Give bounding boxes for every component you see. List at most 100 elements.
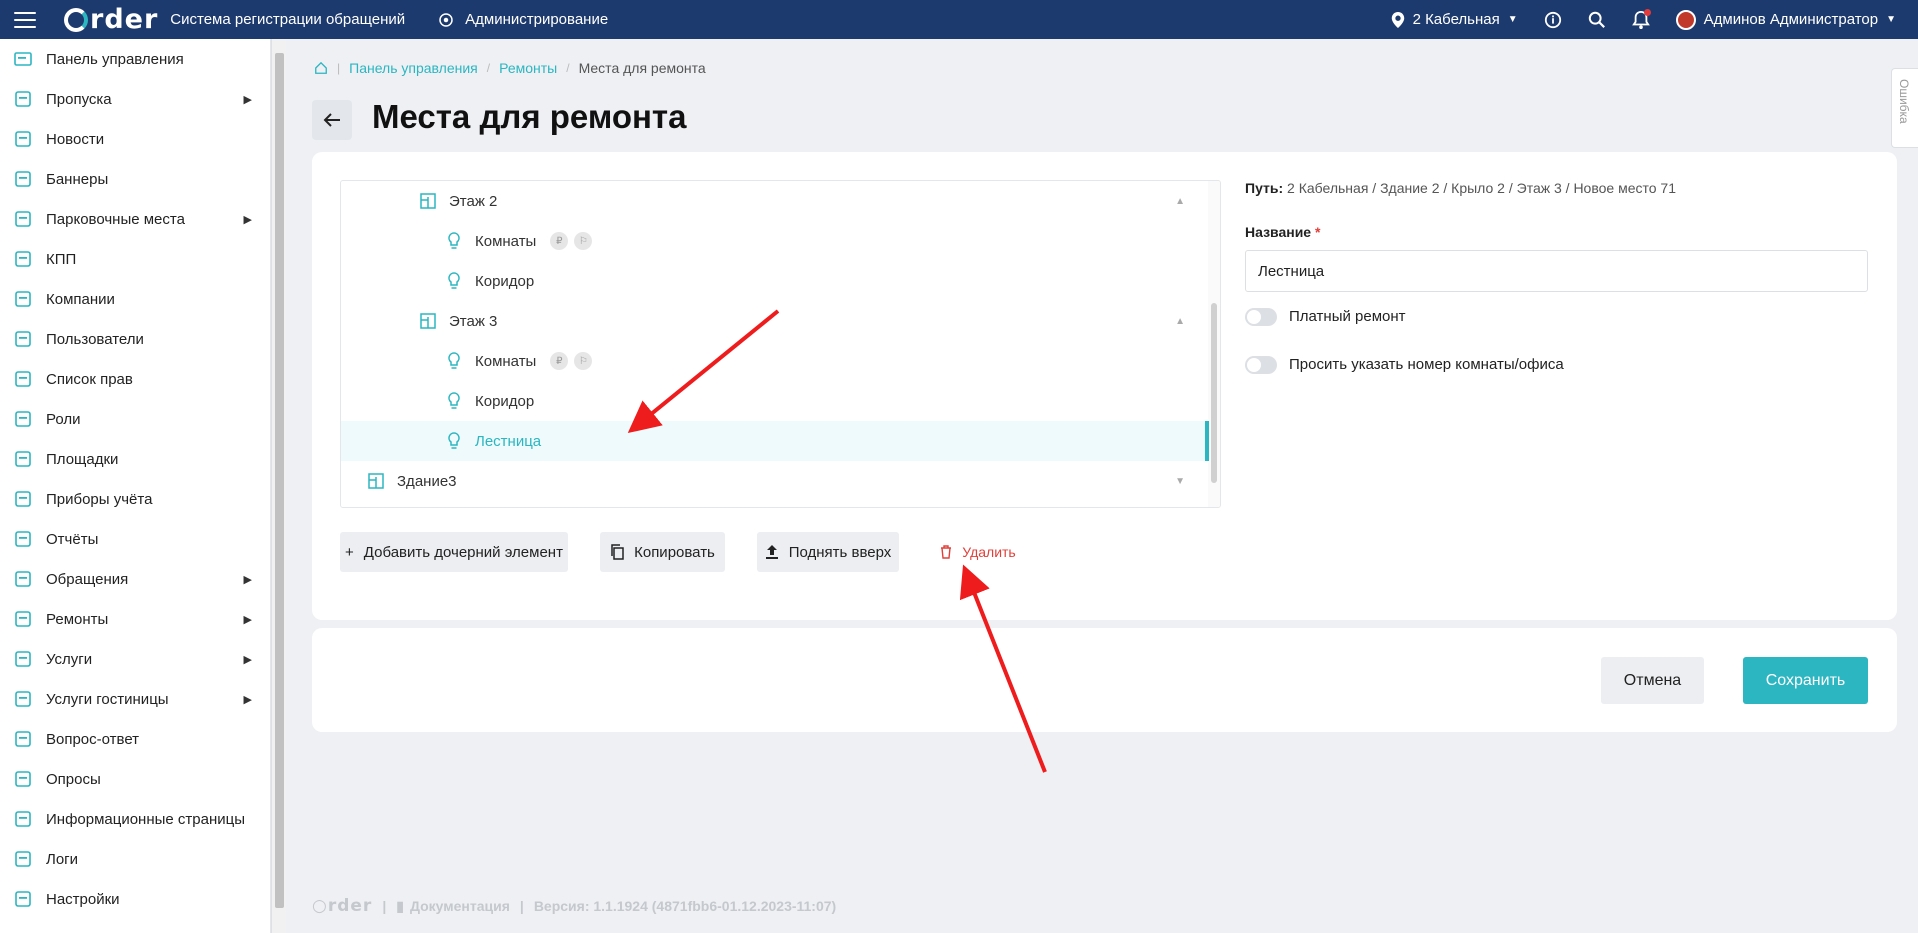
sidebar-item-label: Панель управления — [46, 50, 184, 68]
tree-scrollbar[interactable] — [1208, 181, 1220, 507]
notifications-button[interactable] — [1631, 8, 1651, 30]
sidebar-item-label: Отчёты — [46, 530, 99, 548]
add-child-label: Добавить дочерний элемент — [363, 543, 563, 561]
sidebar-item-17[interactable]: Вопрос-ответ — [0, 719, 270, 759]
sidebar-item-label: КПП — [46, 250, 77, 268]
feedback-label: Ошибка — [1897, 79, 1911, 124]
chevron-up-icon[interactable]: ▲ — [1175, 316, 1185, 327]
tree-row[interactable]: Комнаты ₽ ⚐ — [341, 341, 1209, 381]
breadcrumb-dashboard[interactable]: Панель управления — [349, 60, 478, 76]
report-icon — [12, 530, 34, 548]
log-icon — [12, 850, 34, 868]
wrench-icon — [12, 610, 34, 628]
cancel-button[interactable]: Отмена — [1601, 657, 1704, 704]
sidebar-item-4[interactable]: Парковочные места ▶ — [0, 199, 270, 239]
save-button[interactable]: Сохранить — [1743, 657, 1868, 704]
path-value: 2 Кабельная / Здание 2 / Крыло 2 / Этаж … — [1287, 180, 1676, 196]
sidebar-item-1[interactable]: Пропуска ▶ — [0, 79, 270, 119]
sidebar-item-6[interactable]: Компании — [0, 279, 270, 319]
search-button[interactable] — [1588, 11, 1606, 29]
sidebar-item-9[interactable]: Роли — [0, 399, 270, 439]
footer: ○rder | ▮ Документация | Версия: 1.1.192… — [312, 896, 837, 916]
tree-row-label: Коридор — [475, 392, 535, 410]
sidebar-item-2[interactable]: Новости — [0, 119, 270, 159]
sidebar-item-19[interactable]: Информационные страницы — [0, 799, 270, 839]
sidebar-item-13[interactable]: Обращения ▶ — [0, 559, 270, 599]
chevron-up-icon[interactable]: ▲ — [1175, 196, 1185, 207]
sidebar-item-label: Пропуска — [46, 90, 112, 108]
places-tree[interactable]: Этаж 2 ▲ Комнаты ₽ ⚐ Коридор Этаж 3 ▲ Комнаты ₽ ⚐ К… — [340, 180, 1221, 508]
administration-label: Администрирование — [465, 11, 609, 28]
paid-badge-icon: ₽ — [550, 352, 569, 370]
sidebar-item-20[interactable]: Логи — [0, 839, 270, 879]
docs-link[interactable]: Документация — [410, 898, 510, 914]
banner-icon — [12, 170, 34, 188]
tree-row[interactable]: Комнаты ₽ ⚐ — [341, 221, 1209, 261]
menu-icon[interactable] — [14, 11, 36, 28]
administration-link[interactable]: Администрирование — [437, 11, 608, 29]
sidebar-item-8[interactable]: Список прав — [0, 359, 270, 399]
sidebar-scrollbar[interactable] — [271, 39, 286, 933]
location-selector[interactable]: 2 Кабельная ▼ — [1391, 11, 1518, 28]
copy-button[interactable]: Копировать — [600, 532, 725, 572]
breadcrumb: | Панель управления / Ремонты / Места дл… — [314, 60, 706, 76]
tree-row[interactable]: Этаж 2 ▲ — [341, 181, 1209, 221]
flag-badge-icon: ⚐ — [574, 232, 593, 250]
sidebar-item-7[interactable]: Пользователи — [0, 319, 270, 359]
upload-icon — [765, 544, 779, 560]
chevron-right-icon: ▶ — [243, 693, 252, 706]
back-button[interactable] — [312, 100, 352, 140]
scrollbar-thumb[interactable] — [1211, 303, 1217, 483]
sidebar-item-label: Услуги гостиницы — [46, 690, 169, 708]
ask-room-toggle[interactable] — [1245, 356, 1277, 374]
sidebar-item-10[interactable]: Площадки — [0, 439, 270, 479]
sidebar-item-5[interactable]: КПП — [0, 239, 270, 279]
feedback-tab[interactable]: Ошибка — [1891, 68, 1918, 148]
book-icon — [12, 570, 34, 588]
name-field[interactable]: Лестница — [1245, 250, 1868, 292]
scrollbar-thumb[interactable] — [275, 53, 284, 908]
company-icon — [12, 290, 34, 308]
flag-badge-icon: ⚐ — [574, 352, 593, 370]
meter-icon — [12, 490, 34, 508]
tree-row-label: Лестница — [475, 432, 542, 450]
chevron-down-icon[interactable]: ▼ — [1175, 476, 1185, 487]
sidebar-item-0[interactable]: Панель управления — [0, 39, 270, 79]
sidebar-item-12[interactable]: Отчёты — [0, 519, 270, 559]
floor-plan-icon — [419, 192, 437, 210]
users-icon — [12, 330, 34, 348]
paid-repair-toggle[interactable] — [1245, 308, 1277, 326]
tree-row[interactable]: Коридор — [341, 381, 1209, 421]
sidebar-item-14[interactable]: Ремонты ▶ — [0, 599, 270, 639]
sidebar-item-label: Настройки — [46, 890, 120, 908]
sidebar-item-16[interactable]: Услуги гостиницы ▶ — [0, 679, 270, 719]
tree-row[interactable]: Здание3 ▼ — [341, 461, 1209, 501]
tree-row[interactable]: Этаж 3 ▲ — [341, 301, 1209, 341]
tree-row[interactable]: Лестница — [341, 421, 1209, 461]
tree-row[interactable]: Коридор — [341, 261, 1209, 301]
info-button[interactable] — [1544, 11, 1562, 29]
delete-button[interactable]: Удалить — [937, 532, 1019, 572]
sidebar-item-21[interactable]: Настройки — [0, 879, 270, 919]
sidebar-item-3[interactable]: Баннеры — [0, 159, 270, 199]
sidebar-item-11[interactable]: Приборы учёта — [0, 479, 270, 519]
sidebar-item-15[interactable]: Услуги ▶ — [0, 639, 270, 679]
book-icon: ▮ — [396, 897, 404, 914]
sidebar-item-18[interactable]: Опросы — [0, 759, 270, 799]
name-label: Название * — [1245, 224, 1321, 240]
selection-marker — [1205, 421, 1209, 461]
user-menu[interactable]: Админов Администратор ▼ — [1675, 9, 1896, 30]
floor-plan-icon — [419, 312, 437, 330]
sidebar-item-label: Услуги — [46, 650, 93, 668]
key-icon — [12, 370, 34, 388]
home-icon[interactable] — [314, 61, 328, 75]
tree-row-label: Комнаты — [475, 352, 537, 370]
add-child-button[interactable]: + Добавить дочерний элемент — [340, 532, 568, 572]
breadcrumb-repairs[interactable]: Ремонты — [499, 60, 557, 76]
person-icon — [12, 410, 34, 428]
app-logo[interactable]: rder — [64, 4, 158, 35]
lightbulb-icon — [445, 232, 463, 250]
move-up-button[interactable]: Поднять вверх — [757, 532, 899, 572]
chevron-down-icon: ▼ — [1886, 14, 1896, 25]
location-label: 2 Кабельная — [1412, 11, 1500, 28]
